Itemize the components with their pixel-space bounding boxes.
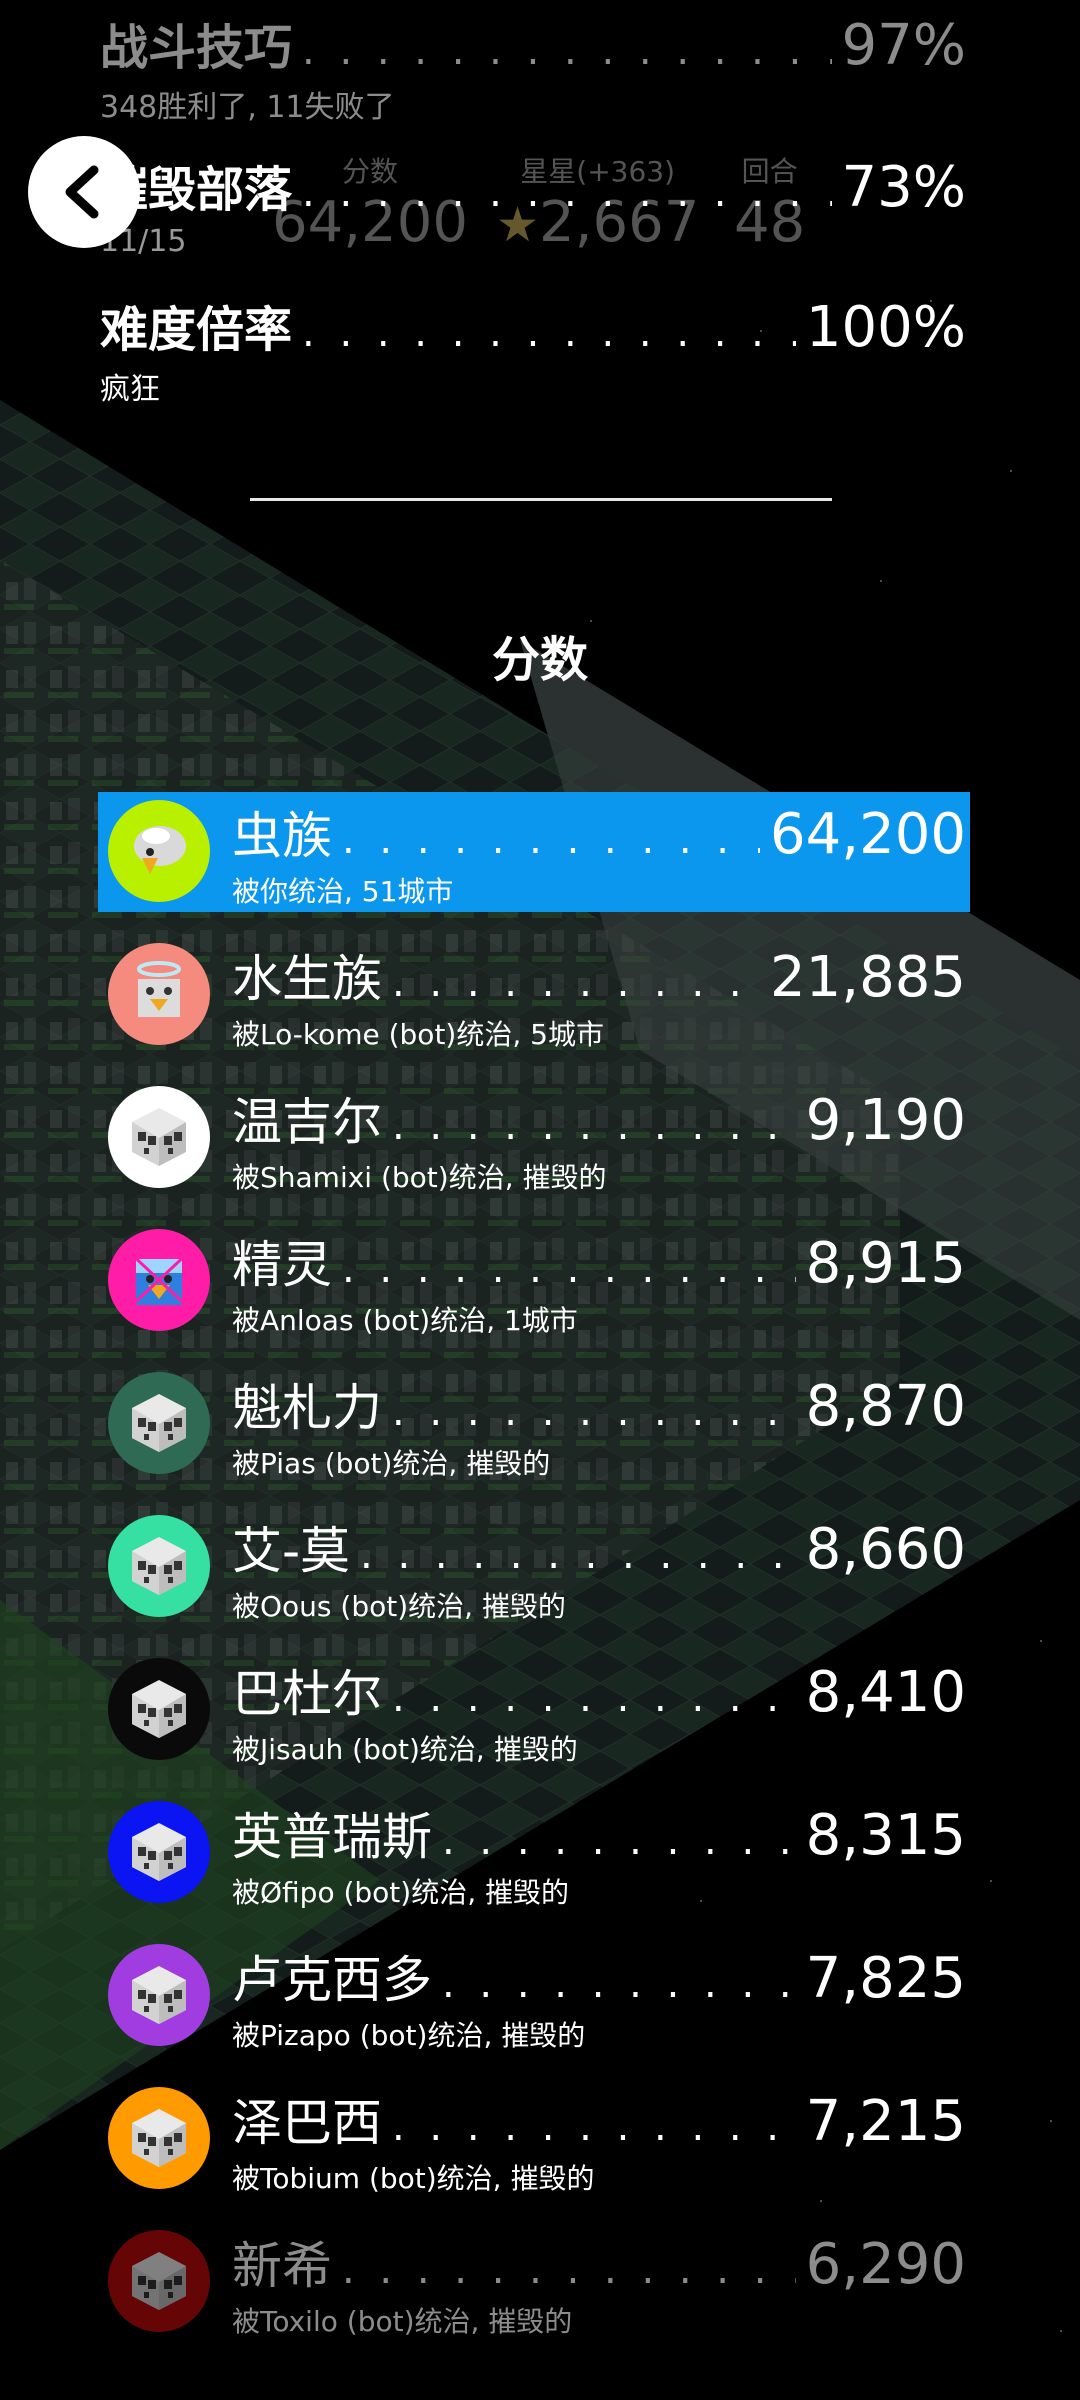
- tribe-name: 卢克西多: [232, 1951, 432, 2009]
- tribe-ruler: 被Oous (bot)统治, 摧毁的: [232, 1590, 566, 1623]
- stat-tribes-destroyed: 摧毁部落 73% 11/15: [100, 150, 966, 259]
- skull-cube-icon: [132, 1680, 186, 1738]
- leader-dots: [342, 2247, 796, 2293]
- skull-cube-icon: [132, 1394, 186, 1452]
- stat-difficulty-bonus: 难度倍率 100% 疯狂: [100, 290, 966, 408]
- leader-dots: [342, 1246, 796, 1292]
- stat-name: 战斗技巧: [100, 20, 293, 76]
- skull-cube-icon: [132, 2109, 186, 2167]
- tribe-score-row[interactable]: 新希 6,290 被Toxilo (bot)统治, 摧毁的: [98, 2222, 970, 2342]
- stat-value: 73%: [841, 155, 966, 220]
- tribe-score: 8,870: [805, 1374, 966, 1439]
- tribe-name: 虫族: [232, 807, 332, 865]
- tribe-ruler: 被Shamixi (bot)统治, 摧毁的: [232, 1161, 607, 1194]
- tribe-score: 8,410: [805, 1660, 966, 1725]
- skull-cube-icon: [132, 1823, 186, 1881]
- tribe-score: 8,315: [805, 1803, 966, 1868]
- tribe-mascot-icon: [134, 826, 186, 874]
- tribe-score: 21,885: [770, 945, 966, 1010]
- tribe-avatar: [108, 1944, 210, 2046]
- stat-combat-skill: 战斗技巧 97% 348胜利了, 11失败了: [100, 8, 966, 126]
- leader-dots: [442, 1961, 796, 2007]
- tribe-avatar: [108, 1801, 210, 1903]
- leader-dots: [392, 2104, 796, 2150]
- tribe-name: 魁札力: [232, 1379, 382, 1437]
- leader-dots: [302, 28, 832, 74]
- stat-value: 100%: [805, 295, 966, 360]
- tribe-ruler: 被Pizapo (bot)统治, 摧毁的: [232, 2019, 586, 2052]
- tribe-score-row[interactable]: 温吉尔 9,190 被Shamixi (bot)统治, 摧毁的: [98, 1078, 970, 1198]
- stat-subtitle: 疯狂: [100, 372, 160, 407]
- leader-dots: [302, 170, 832, 216]
- tribe-ruler: 被Øfipo (bot)统治, 摧毁的: [232, 1876, 570, 1909]
- leader-dots: [392, 1389, 796, 1435]
- tribe-score-row[interactable]: 虫族 64,200 被你统治, 51城市: [98, 792, 970, 912]
- tribe-avatar: [108, 1515, 210, 1617]
- leader-dots: [302, 310, 796, 356]
- tribe-avatar: [108, 1229, 210, 1331]
- leader-dots: [442, 1818, 796, 1864]
- tribe-score-row[interactable]: 精灵 8,915 被Anloas (bot)统治, 1城市: [98, 1221, 970, 1341]
- tribe-avatar: [108, 1658, 210, 1760]
- tribe-name: 艾-莫: [232, 1522, 351, 1580]
- tribe-avatar: [108, 2230, 210, 2332]
- tribe-score-row[interactable]: 魁札力 8,870 被Pias (bot)统治, 摧毁的: [98, 1364, 970, 1484]
- tribe-name: 精灵: [232, 1236, 332, 1294]
- stat-subtitle: 348胜利了, 11失败了: [100, 90, 395, 125]
- section-title: 分数: [491, 632, 588, 688]
- tribe-score: 6,290: [805, 2232, 966, 2297]
- stat-name: 难度倍率: [100, 302, 293, 358]
- tribe-ruler: 被Anloas (bot)统治, 1城市: [232, 1304, 578, 1337]
- tribe-score: 9,190: [805, 1088, 966, 1153]
- tribe-ruler: 被Toxilo (bot)统治, 摧毁的: [232, 2305, 573, 2338]
- tribe-score-row[interactable]: 英普瑞斯 8,315 被Øfipo (bot)统治, 摧毁的: [98, 1793, 970, 1913]
- skull-cube-icon: [132, 1108, 186, 1166]
- tribe-name: 泽巴西: [232, 2094, 382, 2152]
- skull-cube-icon: [132, 1966, 186, 2024]
- tribe-score: 7,825: [805, 1946, 966, 2011]
- divider: [250, 498, 832, 501]
- leader-dots: [392, 1675, 796, 1721]
- tribe-name: 新希: [232, 2237, 332, 2295]
- tribe-mascot-icon: [137, 961, 181, 1017]
- tribe-score: 7,215: [805, 2089, 966, 2154]
- tribe-ruler: 被Jisauh (bot)统治, 摧毁的: [232, 1733, 578, 1766]
- tribe-avatar: [108, 1086, 210, 1188]
- tribe-score: 8,660: [805, 1517, 966, 1582]
- tribe-ruler: 被Tobium (bot)统治, 摧毁的: [232, 2162, 595, 2195]
- tribe-ruler: 被Lo-kome (bot)统治, 5城市: [232, 1018, 604, 1051]
- stat-subtitle: 11/15: [100, 224, 187, 259]
- tribe-score-row[interactable]: 水生族 21,885 被Lo-kome (bot)统治, 5城市: [98, 935, 970, 1055]
- tribe-score-row[interactable]: 泽巴西 7,215 被Tobium (bot)统治, 摧毁的: [98, 2079, 970, 2199]
- tribe-ruler: 被你统治, 51城市: [232, 875, 454, 908]
- tribe-name: 温吉尔: [232, 1093, 382, 1151]
- tribe-name: 巴杜尔: [232, 1665, 382, 1723]
- tribe-ruler: 被Pias (bot)统治, 摧毁的: [232, 1447, 551, 1480]
- tribe-score-row[interactable]: 卢克西多 7,825 被Pizapo (bot)统治, 摧毁的: [98, 1936, 970, 2056]
- chevron-left-icon: [65, 165, 99, 219]
- tribe-score: 8,915: [805, 1231, 966, 1296]
- leader-dots: [392, 1103, 796, 1149]
- tribe-score: 64,200: [770, 802, 966, 867]
- tribe-mascot-icon: [126, 1249, 192, 1311]
- tribe-avatar: [108, 943, 210, 1045]
- tribe-name: 水生族: [232, 950, 382, 1008]
- back-button[interactable]: [28, 136, 140, 248]
- tribe-avatar: [108, 800, 210, 902]
- leader-dots: [392, 960, 760, 1006]
- skull-cube-icon: [132, 1537, 186, 1595]
- tribe-avatar: [108, 1372, 210, 1474]
- tribe-avatar: [108, 2087, 210, 2189]
- stat-value: 97%: [841, 13, 966, 78]
- tribe-name: 英普瑞斯: [232, 1808, 432, 1866]
- leader-dots: [360, 1532, 796, 1578]
- tribe-score-row[interactable]: 巴杜尔 8,410 被Jisauh (bot)统治, 摧毁的: [98, 1650, 970, 1770]
- skull-cube-icon: [132, 2252, 186, 2310]
- leader-dots: [342, 817, 760, 863]
- tribe-score-row[interactable]: 艾-莫 8,660 被Oous (bot)统治, 摧毁的: [98, 1507, 970, 1627]
